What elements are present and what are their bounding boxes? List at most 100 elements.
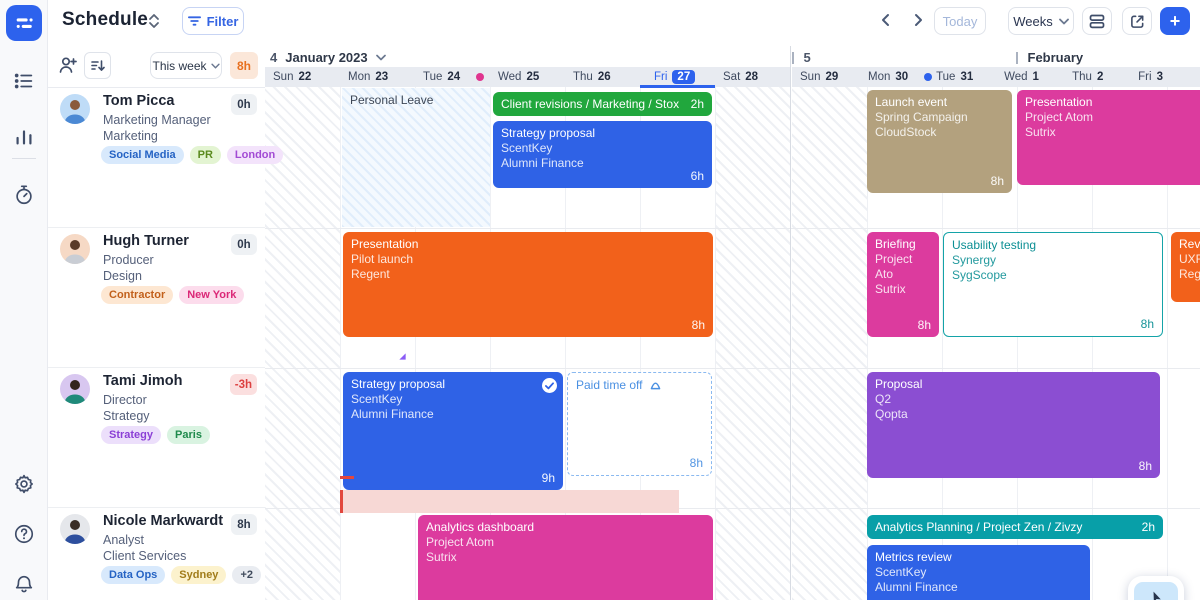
sort-people-button[interactable] <box>84 52 111 79</box>
event-usability-testing[interactable]: Usability testing Synergy SygScope 8h <box>943 232 1163 337</box>
title-sort-icon[interactable] <box>148 13 160 29</box>
person-card-tami-jimoh[interactable]: Tami Jimoh -3h Director Strategy Strateg… <box>48 368 265 508</box>
person-hours-badge: 0h <box>231 94 257 115</box>
person-team: Design <box>103 269 142 283</box>
event-hours: 9h <box>542 471 555 486</box>
day-cell-fri-3[interactable]: Fri3 <box>1132 67 1200 87</box>
overload-band <box>343 490 679 513</box>
day-cell-mon-30[interactable]: Mon30 <box>860 67 928 87</box>
person-team: Strategy <box>103 409 150 423</box>
event-hours: 2h <box>691 97 704 112</box>
nav-rail <box>0 0 48 600</box>
milestone-dot-pink[interactable] <box>476 73 484 81</box>
week-divider-line <box>790 46 791 600</box>
event-presentation-hugh[interactable]: Presentation Pilot launch Regent 8h <box>343 232 713 337</box>
event-title: Client revisions / Marketing / Stox <box>501 97 679 112</box>
tag: Social Media <box>101 146 184 164</box>
prev-week-icon[interactable] <box>878 12 896 30</box>
topbar: Schedule Filter Today Weeks + <box>48 0 1200 42</box>
week-label-5: 5 <box>792 50 811 65</box>
avatar <box>60 234 90 264</box>
person-tags: Data Ops Sydney +2 <box>101 566 261 584</box>
event-strategy-proposal-tom[interactable]: Strategy proposal ScentKey Alumni Financ… <box>493 121 712 188</box>
range-select[interactable]: This week <box>150 52 222 79</box>
app-logo[interactable] <box>6 5 42 41</box>
overload-tick <box>340 476 354 479</box>
person-tags: Strategy Paris <box>101 426 210 444</box>
person-card-hugh-turner[interactable]: Hugh Turner 0h Producer Design Contracto… <box>48 228 265 368</box>
timer-icon[interactable] <box>13 184 35 206</box>
day-cell-wed-25[interactable]: Wed25 <box>490 67 565 87</box>
day-cell-wed-1[interactable]: Wed1 <box>996 67 1064 87</box>
person-name: Hugh Turner <box>103 233 189 249</box>
event-title: Launch event <box>875 95 1004 110</box>
event-strategy-proposal-tami[interactable]: Strategy proposal ScentKey Alumni Financ… <box>343 372 563 490</box>
event-client: Sutrix <box>875 282 931 297</box>
event-project: Project Ato <box>875 252 931 282</box>
help-icon[interactable] <box>13 523 35 545</box>
event-briefing[interactable]: Briefing Project Ato Sutrix 8h <box>867 232 939 337</box>
event-review-clipped[interactable]: Revie UXR Rege <box>1171 232 1200 302</box>
event-hours: 8h <box>1139 459 1152 474</box>
event-title: Presentation <box>1025 95 1199 110</box>
add-person-icon[interactable] <box>58 55 78 75</box>
day-cell-tue-31[interactable]: Tue31 <box>928 67 996 87</box>
person-tags: Social Media PR London <box>101 146 283 164</box>
add-task-button[interactable]: + <box>1160 7 1190 35</box>
milestone-dot-blue[interactable] <box>924 73 932 81</box>
person-hours-badge: -3h <box>230 374 257 395</box>
weekend-hatch-sat-28 <box>715 87 790 600</box>
day-cell-sat-28[interactable]: Sat28 <box>715 67 790 87</box>
day-cell-thu-2[interactable]: Thu2 <box>1064 67 1132 87</box>
today-underline <box>640 85 715 88</box>
person-team: Marketing <box>103 129 158 143</box>
person-tags: Contractor New York <box>101 286 244 304</box>
day-header-week5: Sun29 Mon30 Tue31 Wed1 Thu2 Fri3 <box>792 67 1200 87</box>
person-hours-badge: 8h <box>231 514 257 535</box>
event-analytics-dashboard[interactable]: Analytics dashboard Project Atom Sutrix <box>418 515 713 600</box>
floating-cursor-widget[interactable] <box>1128 576 1184 600</box>
view-mode-dropdown[interactable]: Weeks <box>1008 7 1074 35</box>
person-card-tom-picca[interactable]: Tom Picca 0h Marketing Manager Marketing… <box>48 88 265 228</box>
event-title: Strategy proposal <box>501 126 704 141</box>
day-cell-mon-23[interactable]: Mon23 <box>340 67 415 87</box>
day-cell-thu-26[interactable]: Thu26 <box>565 67 640 87</box>
event-hours: 8h <box>1141 317 1154 332</box>
event-metrics-review[interactable]: Metrics review ScentKey Alumni Finance <box>867 545 1090 600</box>
event-personal-leave[interactable]: Personal Leave <box>342 88 490 227</box>
day-cell-sun-22[interactable]: Sun22 <box>265 67 340 87</box>
event-client-revisions[interactable]: Client revisions / Marketing / Stox 2h <box>493 92 712 116</box>
chevron-down-icon <box>211 63 220 69</box>
tag: Strategy <box>101 426 161 444</box>
tag: London <box>227 146 283 164</box>
month-name: January 2023 <box>285 50 367 65</box>
event-client: Alumni Finance <box>351 407 555 422</box>
person-role: Director <box>103 393 147 407</box>
share-export-button[interactable] <box>1122 7 1152 35</box>
event-client: Sutrix <box>426 550 705 565</box>
event-title: Proposal <box>875 377 1152 392</box>
row-layout-button[interactable] <box>1082 7 1112 35</box>
settings-gear-icon[interactable] <box>13 473 35 495</box>
list-view-icon[interactable] <box>13 70 35 92</box>
tag: +2 <box>232 566 261 584</box>
person-card-nicole-markwardt[interactable]: Nicole Markwardt 8h Analyst Client Servi… <box>48 508 265 600</box>
event-proposal-q2[interactable]: Proposal Q2 Qopta 8h <box>867 372 1160 478</box>
rows-icon <box>1089 14 1105 29</box>
notifications-bell-icon[interactable] <box>13 573 35 595</box>
reports-chart-icon[interactable] <box>13 126 35 148</box>
event-paid-time-off[interactable]: Paid time off 8h <box>567 372 712 476</box>
event-analytics-planning[interactable]: Analytics Planning / Project Zen / Zivzy… <box>867 515 1163 539</box>
next-week-icon[interactable] <box>910 12 928 30</box>
day-cell-fri-27-today[interactable]: Fri27 <box>640 67 715 87</box>
event-presentation-tom[interactable]: Presentation Project Atom Sutrix <box>1017 90 1200 185</box>
event-project: ScentKey <box>875 565 1082 580</box>
event-hours: 8h <box>918 318 931 333</box>
filter-label: Filter <box>207 14 239 29</box>
event-launch-event[interactable]: Launch event Spring Campaign CloudStock … <box>867 90 1012 193</box>
month-label-january[interactable]: 4 January 2023 <box>270 50 386 65</box>
filter-button[interactable]: Filter <box>182 7 244 35</box>
day-cell-sun-29[interactable]: Sun29 <box>792 67 860 87</box>
today-button[interactable]: Today <box>934 7 986 35</box>
people-panel: This week 8h Tom Picca 0h Marketing Mana… <box>48 42 265 600</box>
